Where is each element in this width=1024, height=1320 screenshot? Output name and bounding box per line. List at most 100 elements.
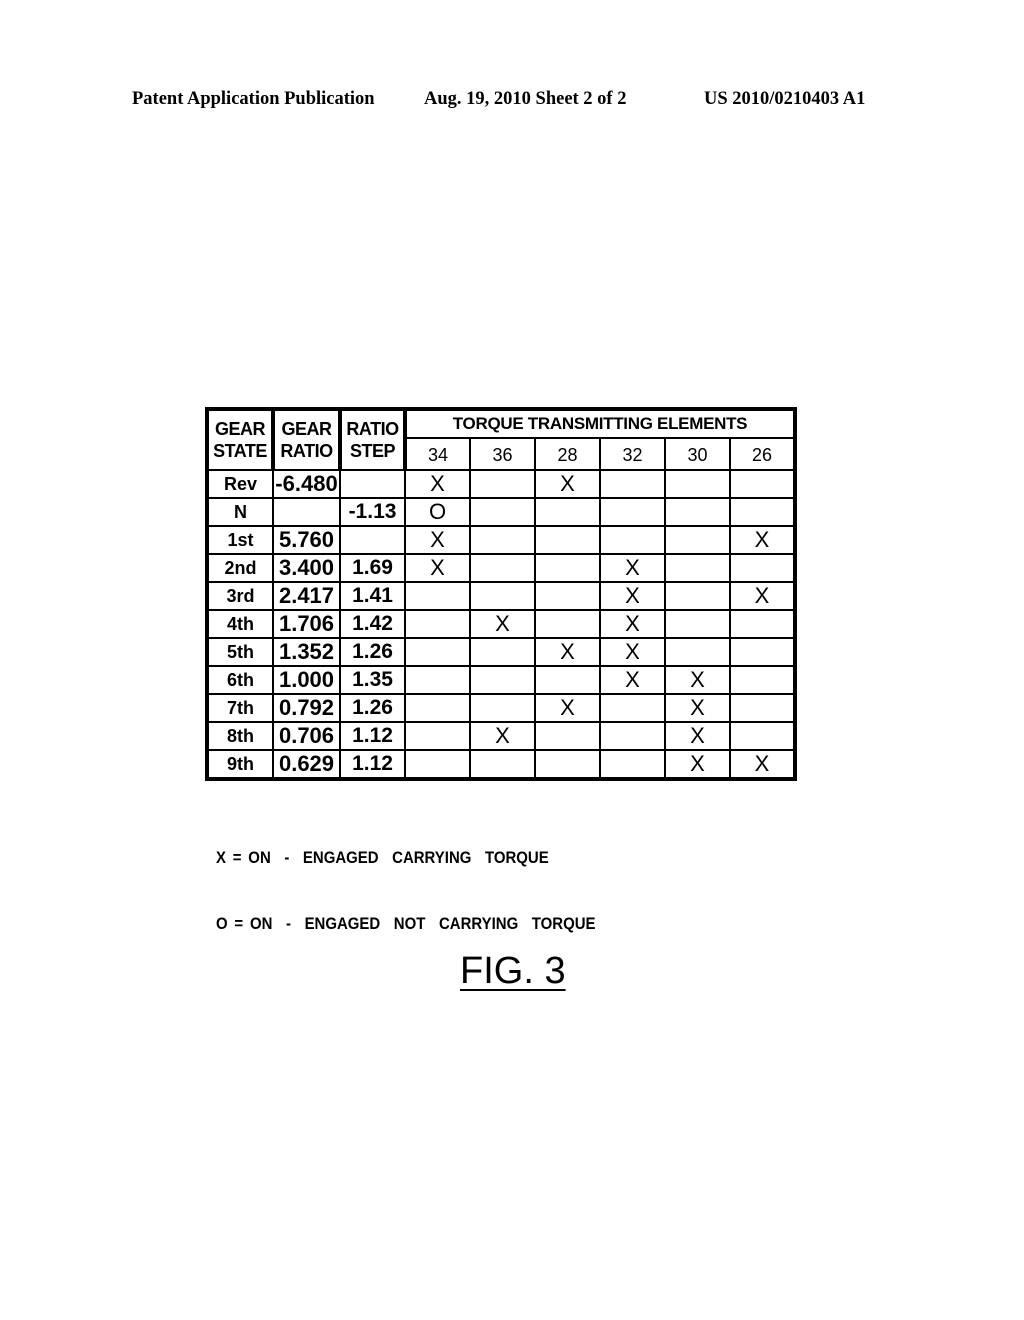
engagement-cell [534,609,601,639]
engagement-cell: X [664,721,731,751]
table-row: 7th 0.792 1.26 X X [206,693,796,723]
engagement-cell: X [729,749,796,780]
element-number: 34 [404,437,471,471]
header-torque-elements: TORQUE TRANSMITTING ELEMENTS [404,408,796,439]
engagement-cell [404,637,471,667]
engagement-cell [599,497,666,527]
element-number: 36 [469,437,536,471]
header-gear-ratio-line2: RATIO [280,441,333,461]
gear-state-cell: Rev [206,469,274,499]
element-number: 32 [599,437,666,471]
engagement-cell [664,525,731,555]
engagement-cell [729,469,796,499]
header-gear-state-line1: GEAR [214,419,266,439]
gear-state-cell: 4th [206,609,274,639]
gear-ratio-cell: 1.706 [272,609,341,639]
ratio-step-cell: 1.41 [339,581,406,611]
engagement-cell [729,497,796,527]
ratio-step-cell: 1.12 [339,721,406,751]
engagement-cell [599,721,666,751]
engagement-cell [469,637,536,667]
engagement-cell [404,581,471,611]
table-row: N -1.13 O [206,497,796,527]
gear-ratio-cell: 0.792 [272,693,341,723]
engagement-cell: X [599,553,666,583]
engagement-cell [469,553,536,583]
engagement-cell [664,553,731,583]
engagement-cell [404,749,471,780]
gear-state-table: GEAR STATE GEAR RATIO RATIO STEP TORQUE … [205,407,797,781]
gear-ratio-cell: 0.629 [272,749,341,780]
header-ratio-step-line1: RATIO [346,419,399,439]
gear-ratio-cell: 1.000 [272,665,341,695]
engagement-cell [469,665,536,695]
engagement-cell [469,749,536,780]
ratio-step-cell [339,469,406,499]
engagement-cell [534,525,601,555]
engagement-cell: X [534,469,601,499]
gear-ratio-cell: 3.400 [272,553,341,583]
table-row: 3rd 2.417 1.41 X X [206,581,796,611]
engagement-cell [599,749,666,780]
engagement-cell [729,665,796,695]
engagement-cell: X [599,581,666,611]
gear-state-cell: 5th [206,637,274,667]
engagement-cell [534,721,601,751]
engagement-cell [404,721,471,751]
page-header: Patent Application Publication Aug. 19, … [0,89,1024,113]
ratio-step-cell: 1.42 [339,609,406,639]
gear-state-cell: 6th [206,665,274,695]
gear-ratio-cell [272,497,341,527]
ratio-step-cell: 1.26 [339,637,406,667]
engagement-cell: X [404,525,471,555]
publication-type: Patent Application Publication [132,89,375,109]
header-gear-ratio-line1: GEAR [281,419,332,439]
table-row: 8th 0.706 1.12 X X [206,721,796,751]
figure-label: FIG. 3 [460,950,566,992]
engagement-cell: X [599,609,666,639]
engagement-cell: X [664,749,731,780]
ratio-step-cell: 1.12 [339,749,406,780]
engagement-cell [534,749,601,780]
engagement-cell: X [469,609,536,639]
gear-state-cell: N [206,497,274,527]
gear-ratio-cell: 0.706 [272,721,341,751]
engagement-cell [469,525,536,555]
engagement-cell [729,609,796,639]
ratio-step-cell [339,525,406,555]
publication-date-sheet: Aug. 19, 2010 Sheet 2 of 2 [424,89,627,109]
table-row: Rev -6.480 X X [206,469,796,499]
engagement-cell [599,469,666,499]
patent-number: US 2010/0210403 A1 [704,89,866,109]
gear-state-cell: 1st [206,525,274,555]
legend: X = ON - ENGAGED CARRYING TORQUE O = ON … [216,803,596,957]
gear-table-body: Rev -6.480 X X N -1.13 O 1st 5.760 X X 2nd 3.400 1.69… [206,469,796,780]
element-number: 30 [664,437,731,471]
engagement-cell [729,637,796,667]
gear-ratio-cell: 2.417 [272,581,341,611]
table-row: 5th 1.352 1.26 X X [206,637,796,667]
table-row: 4th 1.706 1.42 X X [206,609,796,639]
engagement-cell [729,721,796,751]
ratio-step-cell: 1.26 [339,693,406,723]
engagement-cell: X [534,637,601,667]
ratio-step-cell: 1.69 [339,553,406,583]
engagement-cell: X [599,665,666,695]
gear-state-cell: 7th [206,693,274,723]
table-row: 2nd 3.400 1.69 X X [206,553,796,583]
engagement-cell [469,497,536,527]
legend-x: X = ON - ENGAGED CARRYING TORQUE [216,848,549,867]
ratio-step-cell: 1.35 [339,665,406,695]
ratio-step-cell: -1.13 [339,497,406,527]
engagement-cell: X [729,525,796,555]
gear-state-cell: 9th [206,749,274,780]
engagement-cell [664,469,731,499]
engagement-cell [599,525,666,555]
engagement-cell: O [404,497,471,527]
engagement-cell [534,497,601,527]
engagement-cell: X [599,637,666,667]
header-gear-state-line2: STATE [213,441,267,461]
engagement-cell [599,693,666,723]
engagement-cell [729,553,796,583]
header-gear-ratio: GEAR RATIO [272,408,342,471]
